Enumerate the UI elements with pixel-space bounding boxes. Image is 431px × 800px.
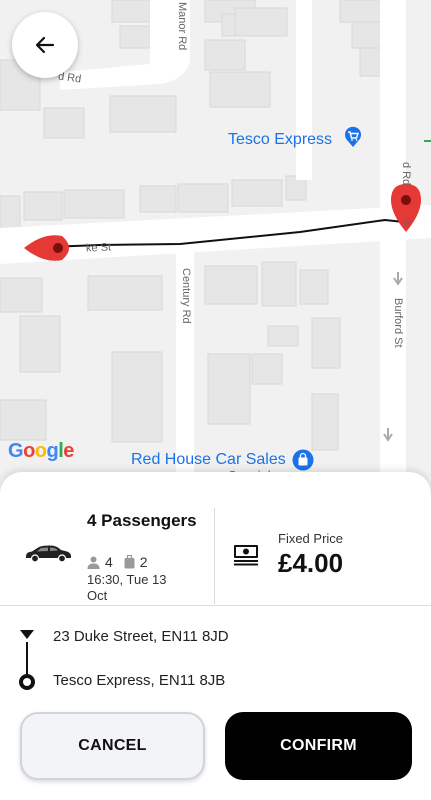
street-label-burford-st: Burford St — [392, 298, 404, 348]
dropoff-marker-icon — [19, 674, 35, 690]
cancel-button[interactable]: CANCEL — [20, 712, 205, 780]
pickup-datetime: 16:30, Tue 13 Oct — [87, 572, 167, 603]
booking-sheet: 4 Passengers 4 2 16:30, Tue 13 Oct Fixed… — [0, 472, 431, 800]
price-value: £4.00 — [278, 548, 344, 578]
price-label: Fixed Price — [278, 531, 344, 546]
ride-summary: 4 Passengers 4 2 16:30, Tue 13 Oct Fixed… — [0, 490, 431, 604]
person-icon — [87, 556, 100, 569]
arrow-left-icon — [35, 36, 55, 54]
street-label-right-road-2: S — [400, 218, 412, 226]
shopping-bag-icon[interactable] — [292, 449, 314, 471]
pickup-address: 23 Duke Street, EN11 8JD — [53, 628, 229, 645]
section-divider — [0, 605, 431, 606]
car-icon — [26, 545, 71, 562]
back-button[interactable] — [12, 12, 78, 78]
google-logo: Google — [8, 440, 74, 462]
street-label-duke-st: ke St — [85, 241, 112, 255]
map-view[interactable]: Manor Rd d Rd ke St Century Rd Burford S… — [0, 0, 431, 500]
route-connector — [26, 642, 28, 678]
poi-tesco-label[interactable]: Tesco Express — [228, 131, 332, 149]
summary-divider — [214, 508, 215, 604]
street-label-right-road: d Rd — [400, 162, 412, 186]
passenger-luggage-counts: 4 2 — [87, 554, 148, 570]
dropoff-address: Tesco Express, EN11 8JB — [53, 672, 226, 689]
confirm-button[interactable]: CONFIRM — [225, 712, 412, 780]
street-label-manor-rd: Manor Rd — [176, 2, 188, 51]
shopping-cart-icon[interactable] — [342, 126, 364, 148]
luggage-count: 2 — [139, 554, 148, 570]
passengers-title: 4 Passengers — [87, 511, 197, 530]
pickup-marker-icon — [20, 630, 34, 639]
street-label-century-rd: Century Rd — [180, 268, 192, 324]
poi-red-house-label[interactable]: Red House Car Sales — [131, 451, 286, 469]
money-icon — [234, 545, 258, 566]
luggage-icon — [124, 555, 135, 569]
passenger-count: 4 — [105, 554, 113, 570]
